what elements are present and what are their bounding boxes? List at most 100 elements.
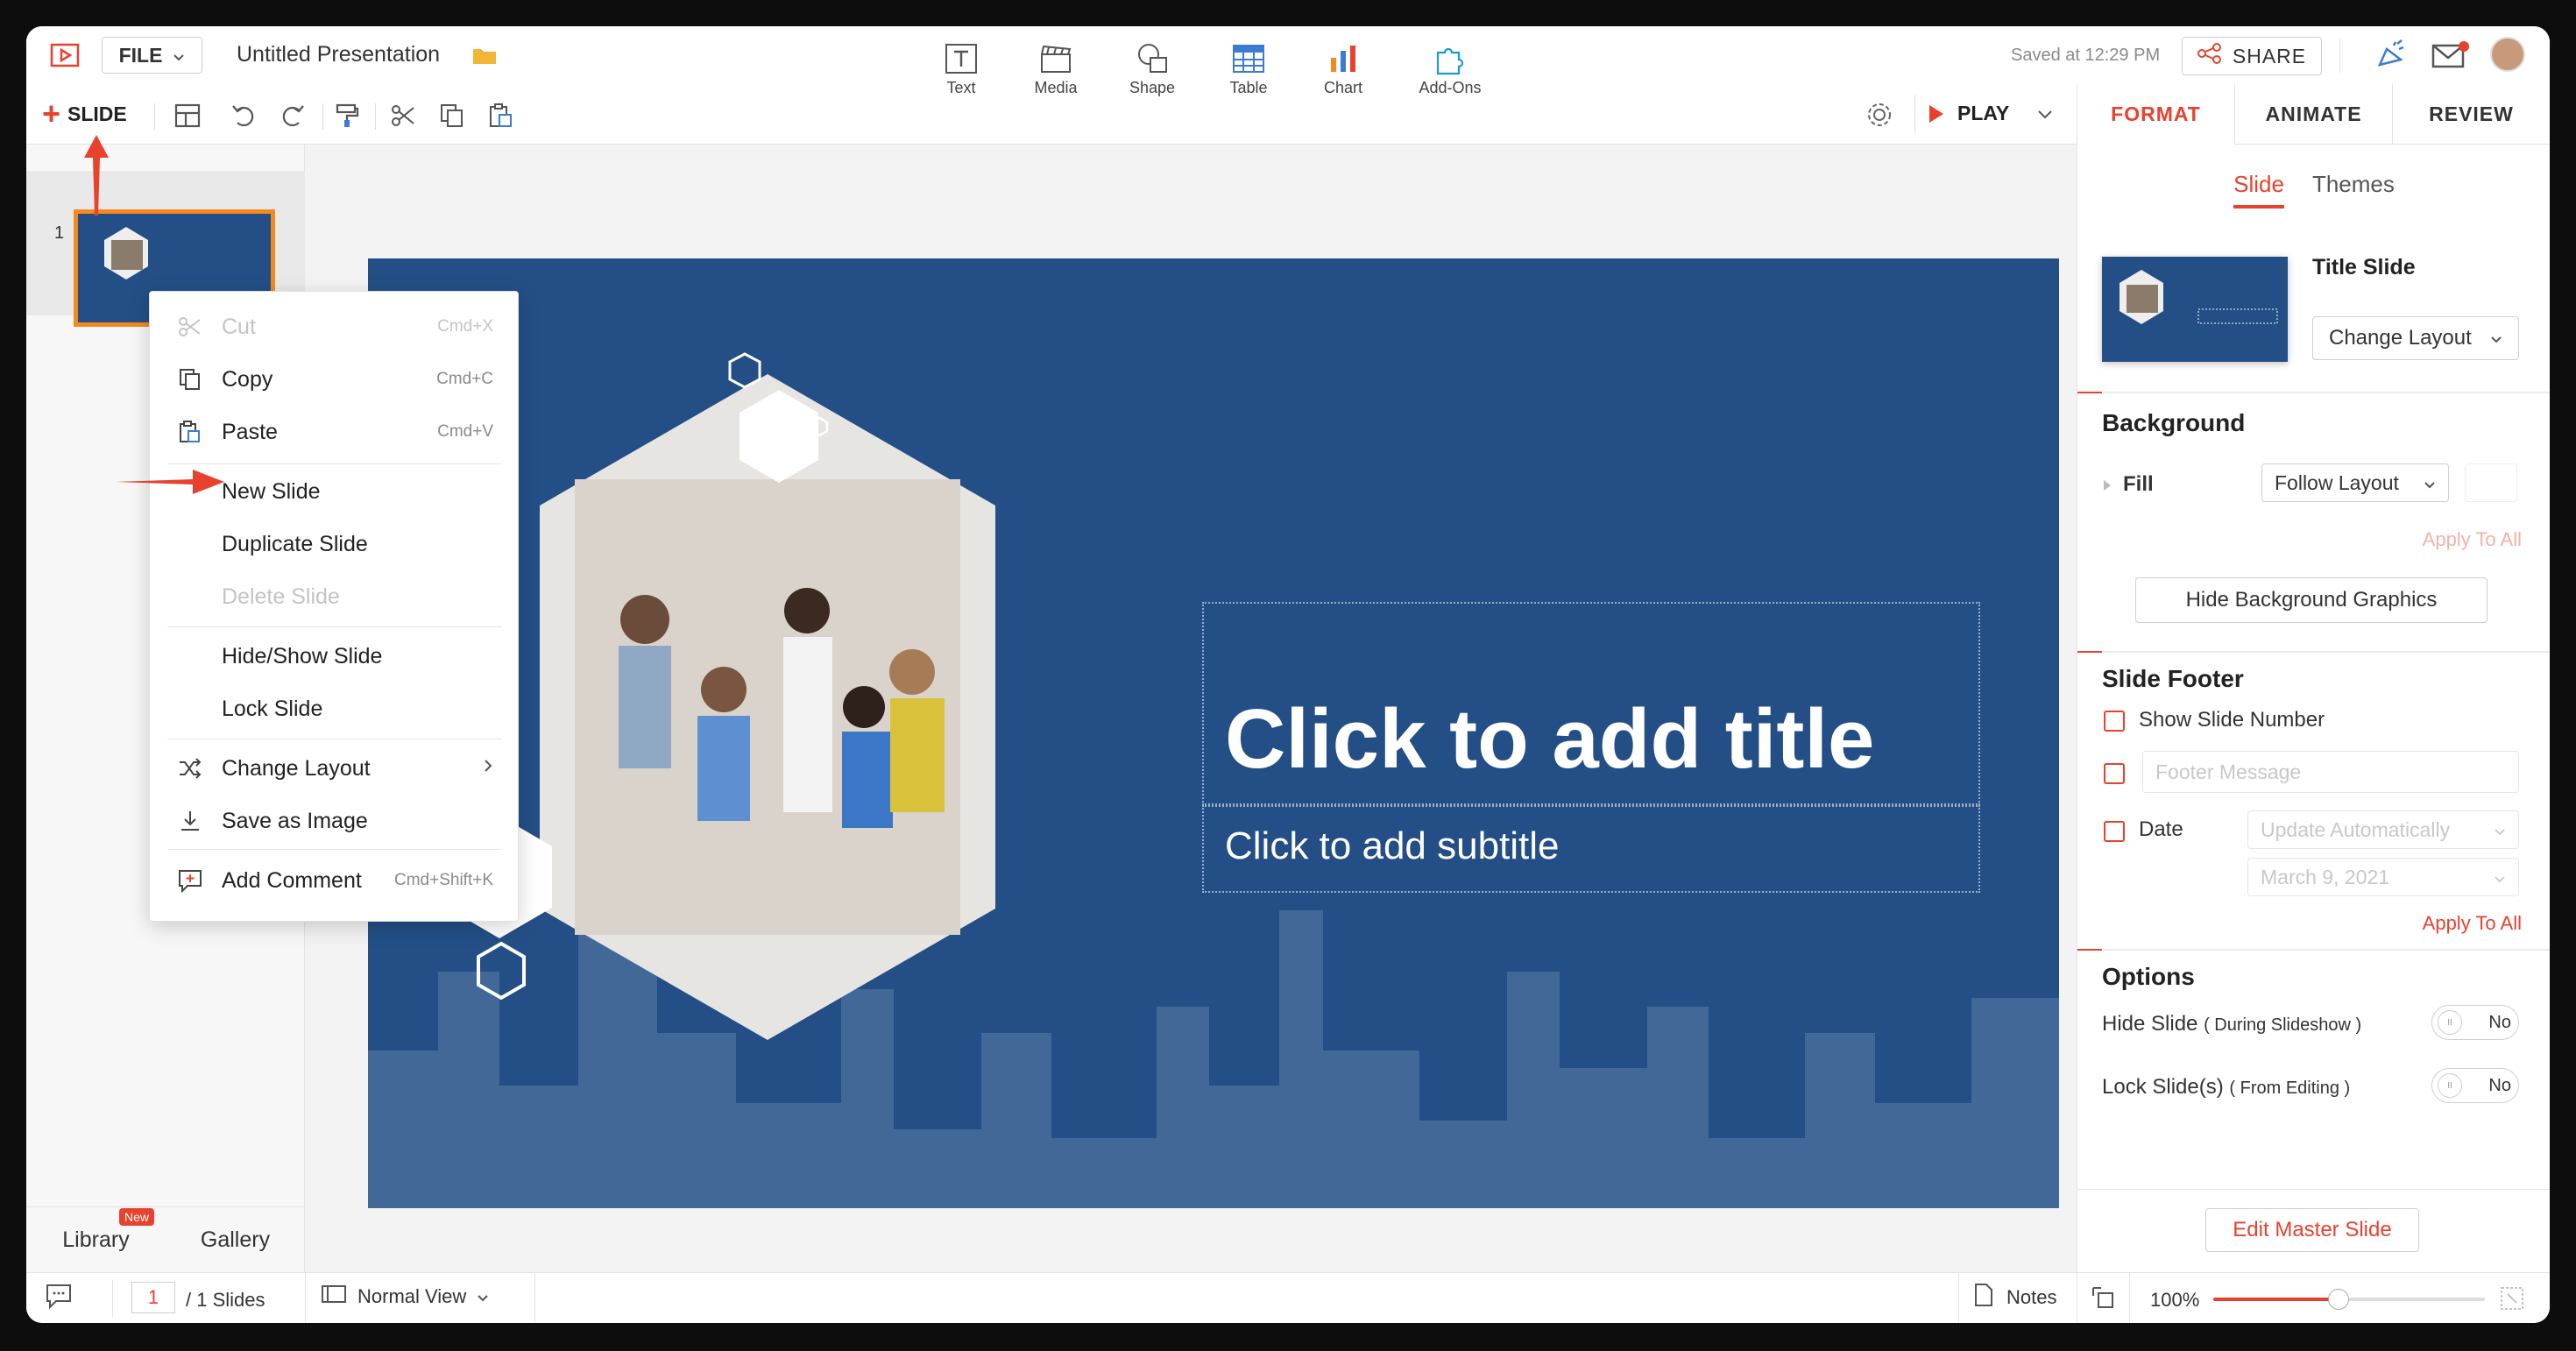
chevron-down-icon	[2424, 471, 2436, 495]
tab-review[interactable]: REVIEW	[2392, 84, 2550, 145]
zoom-slider[interactable]	[2213, 1289, 2485, 1310]
title-placeholder[interactable]: Click to add title	[1202, 602, 1980, 805]
insert-shape-button[interactable]: Shape	[1113, 42, 1192, 97]
date-mode-select[interactable]: Update Automatically	[2247, 810, 2519, 849]
show-slide-number-checkbox[interactable]	[2104, 711, 2125, 732]
divider	[2339, 39, 2340, 74]
subtab-themes[interactable]: Themes	[2312, 171, 2395, 209]
format-subtabs: Slide Themes	[2077, 171, 2550, 209]
play-options-chevron-icon[interactable]	[2037, 109, 2053, 124]
hexagon-shape	[740, 390, 818, 483]
menu-item-lock-slide[interactable]: Lock Slide	[150, 684, 518, 733]
lock-slide-toggle[interactable]: II No	[2431, 1068, 2519, 1103]
menu-item-duplicate-slide[interactable]: Duplicate Slide	[150, 520, 518, 569]
change-layout-button[interactable]: Change Layout	[2312, 316, 2519, 360]
paste-icon	[176, 418, 204, 446]
slide-canvas[interactable]: Click to add title Click to add subtitle	[368, 258, 2059, 1208]
edit-master-slide-button[interactable]: Edit Master Slide	[2205, 1208, 2419, 1252]
presentation-title[interactable]: Untitled Presentation	[237, 42, 440, 67]
redo-icon[interactable]	[277, 100, 308, 131]
footer-message-checkbox[interactable]	[2104, 763, 2125, 784]
cut-icon[interactable]	[387, 100, 419, 131]
divider	[112, 1280, 113, 1317]
chevron-down-icon	[2494, 866, 2506, 889]
menu-item-cut[interactable]: Cut Cmd+X	[150, 302, 518, 351]
undo-icon[interactable]	[228, 100, 259, 131]
user-avatar[interactable]	[2490, 37, 2525, 72]
menu-separator	[167, 849, 502, 850]
total-slides-text: / 1 Slides	[186, 1289, 265, 1311]
fullscreen-icon[interactable]	[2499, 1285, 2525, 1317]
library-tab[interactable]: Library New	[26, 1207, 166, 1253]
copy-icon[interactable]	[436, 100, 468, 131]
menu-item-paste[interactable]: Paste Cmd+V	[150, 407, 518, 456]
insert-chart-button[interactable]: Chart	[1304, 42, 1383, 97]
footer-message-input[interactable]: Footer Message	[2142, 751, 2519, 793]
layout-icon[interactable]	[172, 100, 203, 131]
folder-icon[interactable]	[471, 44, 498, 71]
page-number-input[interactable]: 1	[131, 1282, 175, 1313]
notes-button[interactable]: Notes	[1973, 1282, 2056, 1313]
fit-to-screen-icon[interactable]	[2091, 1285, 2117, 1317]
file-menu-button[interactable]: FILE	[102, 37, 202, 74]
add-slide-button[interactable]: + SLIDE	[42, 98, 127, 130]
insert-addons-button[interactable]: Add-Ons	[1411, 42, 1490, 97]
zoom-slider-handle[interactable]	[2327, 1289, 2349, 1310]
paste-icon[interactable]	[485, 100, 517, 131]
hide-slide-toggle[interactable]: II No	[2431, 1005, 2519, 1040]
subtitle-placeholder[interactable]: Click to add subtitle	[1202, 805, 1980, 893]
insert-media-button[interactable]: Media	[1016, 42, 1095, 97]
insert-table-button[interactable]: Table	[1209, 42, 1288, 97]
divider	[1958, 1273, 1959, 1323]
fill-label: Fill	[2123, 472, 2154, 496]
menu-item-save-as-image[interactable]: Save as Image	[150, 796, 518, 845]
mail-notification-icon[interactable]	[2431, 40, 2470, 74]
shape-icon	[1138, 44, 1167, 73]
menu-item-delete-slide[interactable]: Delete Slide	[150, 572, 518, 621]
comment-icon	[176, 866, 204, 895]
plus-icon: +	[42, 95, 61, 131]
hide-background-graphics-button[interactable]: Hide Background Graphics	[2135, 577, 2488, 623]
date-checkbox[interactable]	[2104, 821, 2125, 842]
date-label: Date	[2139, 817, 2183, 841]
menu-item-hide-show-slide[interactable]: Hide/Show Slide	[150, 632, 518, 681]
announcements-icon[interactable]	[2374, 39, 2410, 76]
format-painter-icon[interactable]	[331, 100, 363, 131]
view-mode-select[interactable]: Normal View	[321, 1284, 489, 1310]
play-button[interactable]: PLAY	[1928, 102, 2009, 125]
hexagon-small-outline-icon	[810, 416, 829, 437]
fill-color-swatch[interactable]	[2465, 463, 2517, 502]
tab-format[interactable]: FORMAT	[2077, 84, 2234, 145]
date-format-select[interactable]: March 9, 2021	[2247, 858, 2519, 896]
app-logo-icon[interactable]	[49, 42, 81, 74]
fill-type-select[interactable]: Follow Layout	[2261, 463, 2449, 502]
chevron-down-icon	[2494, 818, 2506, 842]
top-bar: FILE Untitled Presentation Saved at 12:2…	[26, 26, 2550, 145]
insert-text-button[interactable]: Text	[922, 42, 1001, 97]
text-box-icon	[945, 44, 977, 74]
caret-right-icon[interactable]	[2102, 479, 2112, 496]
menu-separator	[167, 626, 502, 627]
format-panel: Slide Themes Title Slide Change Layout B…	[2077, 145, 2550, 1272]
new-badge: New	[119, 1207, 155, 1226]
tab-animate[interactable]: ANIMATE	[2234, 84, 2392, 145]
divider	[2077, 1189, 2550, 1190]
apply-to-all-link[interactable]: Apply To All	[2423, 528, 2522, 551]
chevron-down-icon	[477, 1285, 489, 1308]
slide-context-menu: Cut Cmd+X Copy Cmd+C Paste Cmd+V New Sli…	[149, 291, 519, 922]
menu-item-copy[interactable]: Copy Cmd+C	[150, 355, 518, 404]
menu-item-add-comment[interactable]: Add Comment Cmd+Shift+K	[150, 856, 518, 905]
gallery-tab[interactable]: Gallery	[166, 1227, 305, 1253]
download-icon	[176, 807, 204, 835]
subtab-slide[interactable]: Slide	[2233, 171, 2284, 209]
hexagon-outline-bottom-icon	[477, 941, 526, 1001]
share-button[interactable]: SHARE	[2182, 37, 2322, 75]
left-panel-footer: Library New Gallery	[26, 1206, 305, 1272]
apply-to-all-footer-link[interactable]: Apply To All	[2423, 912, 2522, 935]
settings-gear-icon[interactable]	[1865, 100, 1894, 134]
layout-preview-thumbnail[interactable]	[2102, 257, 2288, 362]
menu-item-change-layout[interactable]: Change Layout	[150, 744, 518, 793]
copy-icon	[176, 365, 204, 393]
zoom-level-text: 100%	[2150, 1289, 2200, 1311]
chat-icon[interactable]	[44, 1282, 77, 1319]
